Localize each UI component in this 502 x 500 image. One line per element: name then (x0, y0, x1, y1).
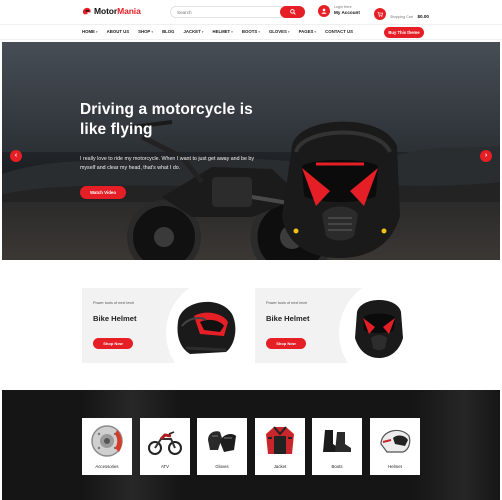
nav-item-jacket[interactable]: JACKET ▾ (184, 29, 204, 34)
account-link[interactable]: Login Here My Account (318, 5, 360, 17)
nav-label: HELMET (212, 29, 231, 34)
chevron-down-icon: ▾ (287, 29, 290, 34)
hero-prev-button[interactable]: ‹ (10, 150, 22, 162)
user-icon (318, 5, 330, 17)
search-button[interactable] (280, 6, 305, 18)
chevron-down-icon: ▾ (258, 29, 260, 34)
nav-label: SHOP (138, 29, 151, 34)
jacket-icon (266, 426, 294, 454)
promo-title: Bike Helmet (266, 314, 310, 323)
search-input[interactable] (177, 8, 277, 17)
category-section (2, 390, 500, 500)
chevron-down-icon: ▾ (95, 29, 98, 34)
nav-item-boots[interactable]: BOOTS ▾ (242, 29, 260, 34)
helmet-front-image (355, 300, 403, 358)
category-card-accessories[interactable]: Accessories (82, 418, 132, 475)
category-label: ATV (160, 464, 170, 469)
chevron-down-icon: ▾ (151, 29, 154, 34)
promo-card[interactable]: Power tools of next level Bike Helmet Sh… (82, 288, 246, 363)
nav-label: PAGES (298, 29, 314, 34)
chevron-down-icon: ▾ (314, 29, 317, 34)
chevron-down-icon: ▾ (201, 29, 204, 34)
category-label: Gloves (215, 464, 229, 469)
brand-name-part2: Mania (117, 6, 141, 16)
helmet-icon (380, 429, 411, 453)
nav-item-gloves[interactable]: GLOVES ▾ (269, 29, 290, 34)
hero-next-button[interactable]: › (480, 150, 492, 162)
category-card-jacket[interactable]: Jacket (255, 418, 305, 475)
nav-item-pages[interactable]: PAGES ▾ (299, 29, 317, 34)
nav-label: JACKET (183, 29, 201, 34)
nav-item-shop[interactable]: SHOP ▾ (138, 29, 153, 34)
cart-icon (374, 8, 386, 20)
shop-now-button[interactable]: Shop Now (266, 338, 306, 349)
motorcycle-icon (148, 431, 182, 455)
nav-item-contact-us[interactable]: CONTACT US (325, 29, 353, 34)
hero-text: I really love to ride my motorcycle. Whe… (80, 156, 254, 171)
helmet-logo-icon (82, 7, 91, 14)
chevron-right-icon: › (484, 152, 488, 159)
cart-total: $0.00 (417, 14, 429, 19)
cart-line1: Shopping Cart (390, 15, 413, 19)
hero-slider: ‹ › (2, 42, 500, 260)
brake-disc-icon (91, 425, 123, 457)
promo-eyebrow: Power tools of next level (266, 301, 308, 305)
promo-card[interactable]: Power tools of next level Bike Helmet Sh… (255, 288, 419, 363)
brand-name-part1: Motor (94, 6, 118, 16)
boots-icon (323, 430, 351, 452)
category-card-helmet[interactable]: Helmet (370, 418, 420, 475)
account-line2: My Account (334, 10, 360, 15)
nav-label: CONTACT US (325, 29, 353, 34)
buy-theme-button[interactable]: Buy This theme (384, 27, 424, 38)
promo-eyebrow: Power tools of next level (93, 301, 135, 305)
search-icon (289, 9, 296, 15)
nav-label: BOOTS (241, 29, 258, 34)
hero-title: Driving a motorcycle is like flying (80, 101, 253, 138)
chevron-down-icon: ▾ (231, 29, 233, 34)
watch-video-button[interactable]: Watch Video (80, 186, 126, 199)
promo-title: Bike Helmet (93, 314, 137, 323)
nav-item-home[interactable]: HOME ▾ (82, 29, 98, 34)
gloves-icon (208, 431, 236, 452)
category-label: Boots (331, 464, 343, 469)
nav-item-helmet[interactable]: HELMET ▾ (212, 29, 232, 34)
nav-label: BLOG (162, 29, 175, 34)
category-label: Accessories (95, 464, 119, 469)
category-label: Jacket (273, 464, 287, 469)
category-card-boots[interactable]: Boots (312, 418, 362, 475)
nav-label: GLOVES (268, 29, 287, 34)
category-card-gloves[interactable]: Gloves (197, 418, 247, 475)
helmet-hero-image (282, 121, 400, 258)
nav-label: HOME (82, 29, 95, 34)
search-bar (170, 6, 305, 18)
header: MotorMania Login Here My Account Shoppin… (0, 0, 502, 24)
main-nav: HOME ▾ ABOUT US SHOP ▾ BLOG JACKET ▾ HELMET… (0, 24, 502, 40)
category-label: Helmet (388, 464, 402, 469)
category-card-atv[interactable]: ATV (140, 418, 190, 475)
background-decor (412, 390, 500, 500)
chevron-left-icon: ‹ (14, 152, 18, 159)
nav-label: ABOUT US (106, 29, 130, 34)
nav-item-blog[interactable]: BLOG (162, 29, 174, 34)
cart-link[interactable]: Shopping Cart $0.00 (374, 5, 429, 23)
nav-item-about-us[interactable]: ABOUT US (107, 29, 129, 34)
logo[interactable]: MotorMania (82, 6, 141, 16)
helmet-side-image (177, 301, 236, 354)
shop-now-button[interactable]: Shop Now (93, 338, 133, 349)
